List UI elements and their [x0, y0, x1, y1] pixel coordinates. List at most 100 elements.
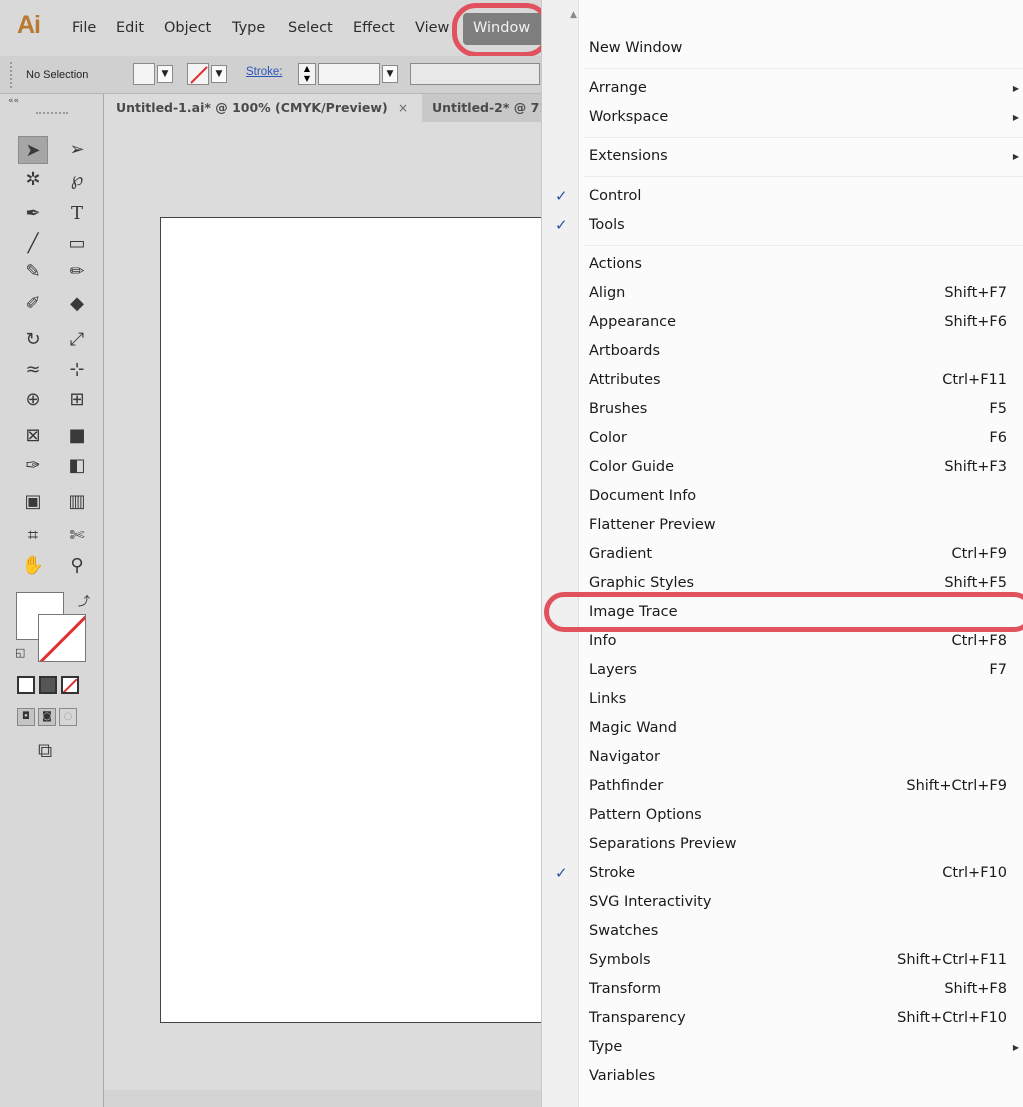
menu-item-separations-preview[interactable]: Separations Preview [542, 831, 1023, 860]
gradient-mode-button[interactable] [39, 676, 57, 694]
eyedropper-tool-icon[interactable]: ✑ [18, 452, 48, 480]
menu-item-pathfinder[interactable]: Pathfinder Shift+Ctrl+F9 [542, 773, 1023, 802]
default-fill-stroke-icon[interactable]: ◱ [15, 646, 25, 659]
draw-normal-button[interactable]: ◘ [17, 708, 35, 726]
fill-color-box[interactable] [133, 63, 155, 85]
lasso-tool-icon[interactable]: ℘ [62, 166, 92, 194]
menu-edit[interactable]: Edit [116, 20, 144, 36]
menu-item-stroke[interactable]: ✓ Stroke Ctrl+F10 [542, 860, 1023, 889]
menu-item-actions[interactable]: Actions [542, 251, 1023, 280]
menu-item-label: Artboards [589, 343, 660, 359]
menu-divider [584, 137, 1023, 138]
menu-item-label: Appearance [589, 314, 677, 330]
menu-item-new-window[interactable]: New Window [542, 35, 1023, 64]
gradient-tool-icon[interactable]: ■ [62, 422, 92, 450]
swap-fill-stroke-icon[interactable]: ⤴ [78, 592, 90, 609]
stroke-weight-dropdown-icon[interactable]: ▼ [382, 65, 398, 83]
width-tool-icon[interactable]: ≈ [18, 356, 48, 384]
eraser-tool-icon[interactable]: ◆ [62, 290, 92, 318]
selection-tool-icon[interactable]: ➤ [18, 136, 48, 164]
menu-select[interactable]: Select [288, 20, 333, 36]
tab-untitled-2[interactable]: Untitled-2* @ 71 [424, 94, 548, 122]
menu-item-type[interactable]: Type ▶ [542, 1034, 1023, 1063]
paintbrush-tool-icon[interactable]: ✎ [18, 258, 48, 286]
menu-effect[interactable]: Effect [353, 20, 395, 36]
tab-untitled-2-label: Untitled-2* @ 71 [432, 100, 548, 115]
fill-dropdown-icon[interactable]: ▼ [157, 65, 173, 83]
pencil-tool-icon[interactable]: ✏ [62, 258, 92, 286]
menu-item-appearance[interactable]: Appearance Shift+F6 [542, 309, 1023, 338]
stroke-weight-stepper-icon[interactable]: ▲ ▼ [298, 63, 316, 85]
menu-item-flattener-preview[interactable]: Flattener Preview [542, 512, 1023, 541]
column-graph-tool-icon[interactable]: ▥ [62, 488, 92, 516]
line-segment-tool-icon[interactable]: ╱ [18, 230, 48, 258]
menu-item-info[interactable]: Info Ctrl+F8 [542, 628, 1023, 657]
type-tool-icon[interactable]: T [62, 200, 92, 228]
menu-view[interactable]: View [415, 20, 449, 36]
screen-mode-icon[interactable]: ⧉ [38, 738, 52, 762]
mesh-tool-icon[interactable]: ⊠ [18, 422, 48, 450]
stroke-dropdown-icon[interactable]: ▼ [211, 65, 227, 83]
menu-item-variables[interactable]: Variables [542, 1063, 1023, 1092]
menu-item-attributes[interactable]: Attributes Ctrl+F11 [542, 367, 1023, 396]
zoom-tool-icon[interactable]: ⚲ [62, 552, 92, 580]
rectangle-tool-icon[interactable]: ▭ [62, 230, 92, 258]
menu-item-transparency[interactable]: Transparency Shift+Ctrl+F10 [542, 1005, 1023, 1034]
menu-item-control[interactable]: ✓ Control [542, 183, 1023, 212]
symbol-sprayer-tool-icon[interactable]: ▣ [18, 488, 48, 516]
menu-item-transform[interactable]: Transform Shift+F8 [542, 976, 1023, 1005]
menu-item-magic-wand[interactable]: Magic Wand [542, 715, 1023, 744]
scroll-up-icon[interactable]: ▲ [570, 10, 577, 20]
artboard[interactable] [160, 217, 548, 1023]
free-transform-tool-icon[interactable]: ⊹ [62, 356, 92, 384]
stroke-color-box[interactable] [187, 63, 209, 85]
hand-tool-icon[interactable]: ✋ [18, 552, 48, 580]
stroke-swatch[interactable] [38, 614, 86, 662]
menu-item-align[interactable]: Align Shift+F7 [542, 280, 1023, 309]
menu-item-extensions[interactable]: Extensions ▶ [542, 143, 1023, 172]
menu-type[interactable]: Type [232, 20, 265, 36]
blend-tool-icon[interactable]: ◧ [62, 452, 92, 480]
direct-selection-tool-icon[interactable]: ➢ [62, 136, 92, 164]
none-slash-icon [63, 678, 77, 692]
scale-tool-icon[interactable]: ⤢ [62, 326, 92, 354]
menu-item-pattern-options[interactable]: Pattern Options [542, 802, 1023, 831]
slice-tool-icon[interactable]: ✄ [62, 522, 92, 550]
variable-width-field[interactable] [410, 63, 540, 85]
menu-file[interactable]: File [72, 20, 96, 36]
menu-item-tools[interactable]: ✓ Tools [542, 212, 1023, 241]
collapse-panel-icon[interactable]: «« [8, 96, 19, 106]
pen-tool-icon[interactable]: ✒ [18, 200, 48, 228]
menu-item-shortcut: Shift+F8 [944, 981, 1007, 997]
menu-object[interactable]: Object [164, 20, 211, 36]
stroke-label-link[interactable]: Stroke: [246, 66, 282, 78]
menu-item-arrange[interactable]: Arrange ▶ [542, 75, 1023, 104]
rotate-tool-icon[interactable]: ↻ [18, 326, 48, 354]
perspective-grid-tool-icon[interactable]: ⊞ [62, 386, 92, 414]
color-mode-button[interactable] [17, 676, 35, 694]
menu-item-workspace[interactable]: Workspace ▶ [542, 104, 1023, 133]
none-mode-button[interactable] [61, 676, 79, 694]
panel-drag-handle[interactable] [36, 112, 68, 114]
draw-inside-button[interactable]: ○ [59, 708, 77, 726]
menu-item-links[interactable]: Links [542, 686, 1023, 715]
close-icon[interactable]: × [398, 94, 408, 122]
menu-item-navigator[interactable]: Navigator [542, 744, 1023, 773]
draw-behind-button[interactable]: ◙ [38, 708, 56, 726]
menu-item-swatches[interactable]: Swatches [542, 918, 1023, 947]
menu-item-color-guide[interactable]: Color Guide Shift+F3 [542, 454, 1023, 483]
menu-item-symbols[interactable]: Symbols Shift+Ctrl+F11 [542, 947, 1023, 976]
stroke-weight-field[interactable] [318, 63, 380, 85]
menu-item-svg-interactivity[interactable]: SVG Interactivity [542, 889, 1023, 918]
artboard-tool-icon[interactable]: ⌗ [18, 522, 48, 550]
menu-item-brushes[interactable]: Brushes F5 [542, 396, 1023, 425]
menu-item-gradient[interactable]: Gradient Ctrl+F9 [542, 541, 1023, 570]
menu-item-layers[interactable]: Layers F7 [542, 657, 1023, 686]
menu-item-document-info[interactable]: Document Info [542, 483, 1023, 512]
tab-untitled-1[interactable]: Untitled-1.ai* @ 100% (CMYK/Preview) × [104, 94, 422, 122]
menu-item-color[interactable]: Color F6 [542, 425, 1023, 454]
magic-wand-tool-icon[interactable]: ✲ [18, 166, 48, 194]
shape-builder-tool-icon[interactable]: ⊕ [18, 386, 48, 414]
blob-brush-tool-icon[interactable]: ✐ [18, 290, 48, 318]
menu-item-artboards[interactable]: Artboards [542, 338, 1023, 367]
